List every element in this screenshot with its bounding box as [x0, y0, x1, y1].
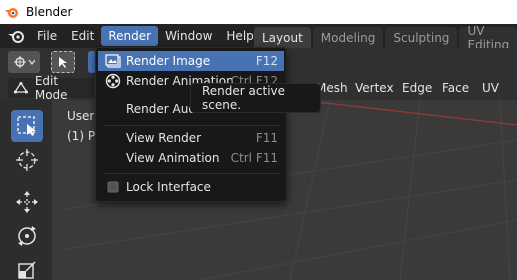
view-animation-shortcut: Ctrl F11 — [230, 151, 278, 165]
edit-mode-icon — [13, 81, 29, 94]
tool-cursor[interactable] — [11, 144, 43, 176]
menu-item-view-render[interactable]: View Render F11 — [98, 128, 284, 148]
tool-scale[interactable] — [11, 254, 43, 280]
mode-label: Edit Mode — [34, 74, 68, 102]
render-menu-dropdown: Render Image F12 Render Animation Ctrl F… — [95, 47, 287, 202]
tool-select-box[interactable] — [11, 110, 43, 142]
tool-shelf — [0, 100, 52, 280]
move-arrows-icon — [16, 191, 38, 213]
select-mode-button[interactable] — [51, 51, 75, 73]
tooltip: Render active scene. — [190, 83, 321, 113]
mode-selector[interactable]: Edit Mode — [8, 74, 94, 102]
menu-separator — [104, 125, 280, 126]
blender-logo-icon[interactable] — [4, 24, 28, 48]
tool-move[interactable] — [11, 186, 43, 218]
render-image-icon — [104, 52, 122, 70]
tab-layout[interactable]: Layout — [254, 27, 311, 48]
menu-face[interactable]: Face — [442, 80, 469, 96]
rotate-icon — [18, 226, 36, 246]
checkbox-icon[interactable] — [104, 178, 122, 196]
menu-vertex[interactable]: Vertex — [355, 80, 394, 96]
render-image-label: Render Image — [126, 54, 211, 68]
menu-item-view-animation[interactable]: View Animation Ctrl F11 — [98, 148, 284, 168]
menu-item-lock-interface[interactable]: Lock Interface — [98, 177, 284, 197]
window-titlebar: Blender — [0, 0, 517, 24]
lock-interface-label: Lock Interface — [126, 180, 211, 194]
menu-render[interactable]: Render — [101, 26, 159, 46]
render-image-shortcut: F12 — [255, 54, 278, 68]
select-box-icon — [17, 116, 36, 136]
menu-uv[interactable]: UV — [482, 80, 499, 96]
workspace-tabs: Layout Modeling Sculpting UV Editing ( — [254, 24, 517, 52]
tab-uv-editing[interactable]: UV Editing — [459, 24, 517, 52]
window-title: Blender — [26, 5, 73, 19]
cursor-arrow-icon — [59, 56, 67, 68]
menu-item-render-image[interactable]: Render Image F12 — [98, 51, 284, 71]
top-menu-bar: File Edit Render Window Help Layout Mode… — [0, 24, 517, 52]
view-animation-label: View Animation — [126, 151, 220, 165]
menu-window[interactable]: Window — [158, 26, 219, 46]
tooltip-text: Render active scene. — [202, 84, 286, 112]
menu-edge[interactable]: Edge — [402, 80, 432, 96]
transform-pivot-dropdown[interactable] — [8, 51, 40, 73]
blender-app-icon — [5, 8, 18, 18]
tab-sculpting[interactable]: Sculpting — [385, 27, 458, 48]
menu-file[interactable]: File — [30, 26, 64, 46]
pivot-icon — [14, 56, 35, 68]
view-render-label: View Render — [126, 131, 202, 145]
menu-edit[interactable]: Edit — [64, 26, 101, 46]
scale-icon — [18, 261, 36, 279]
view-render-shortcut: F11 — [255, 131, 278, 145]
cursor-3d-icon — [16, 149, 38, 171]
tab-modeling[interactable]: Modeling — [312, 27, 384, 48]
menu-separator — [104, 173, 280, 174]
render-animation-icon — [104, 72, 122, 90]
tool-rotate[interactable] — [11, 220, 43, 252]
